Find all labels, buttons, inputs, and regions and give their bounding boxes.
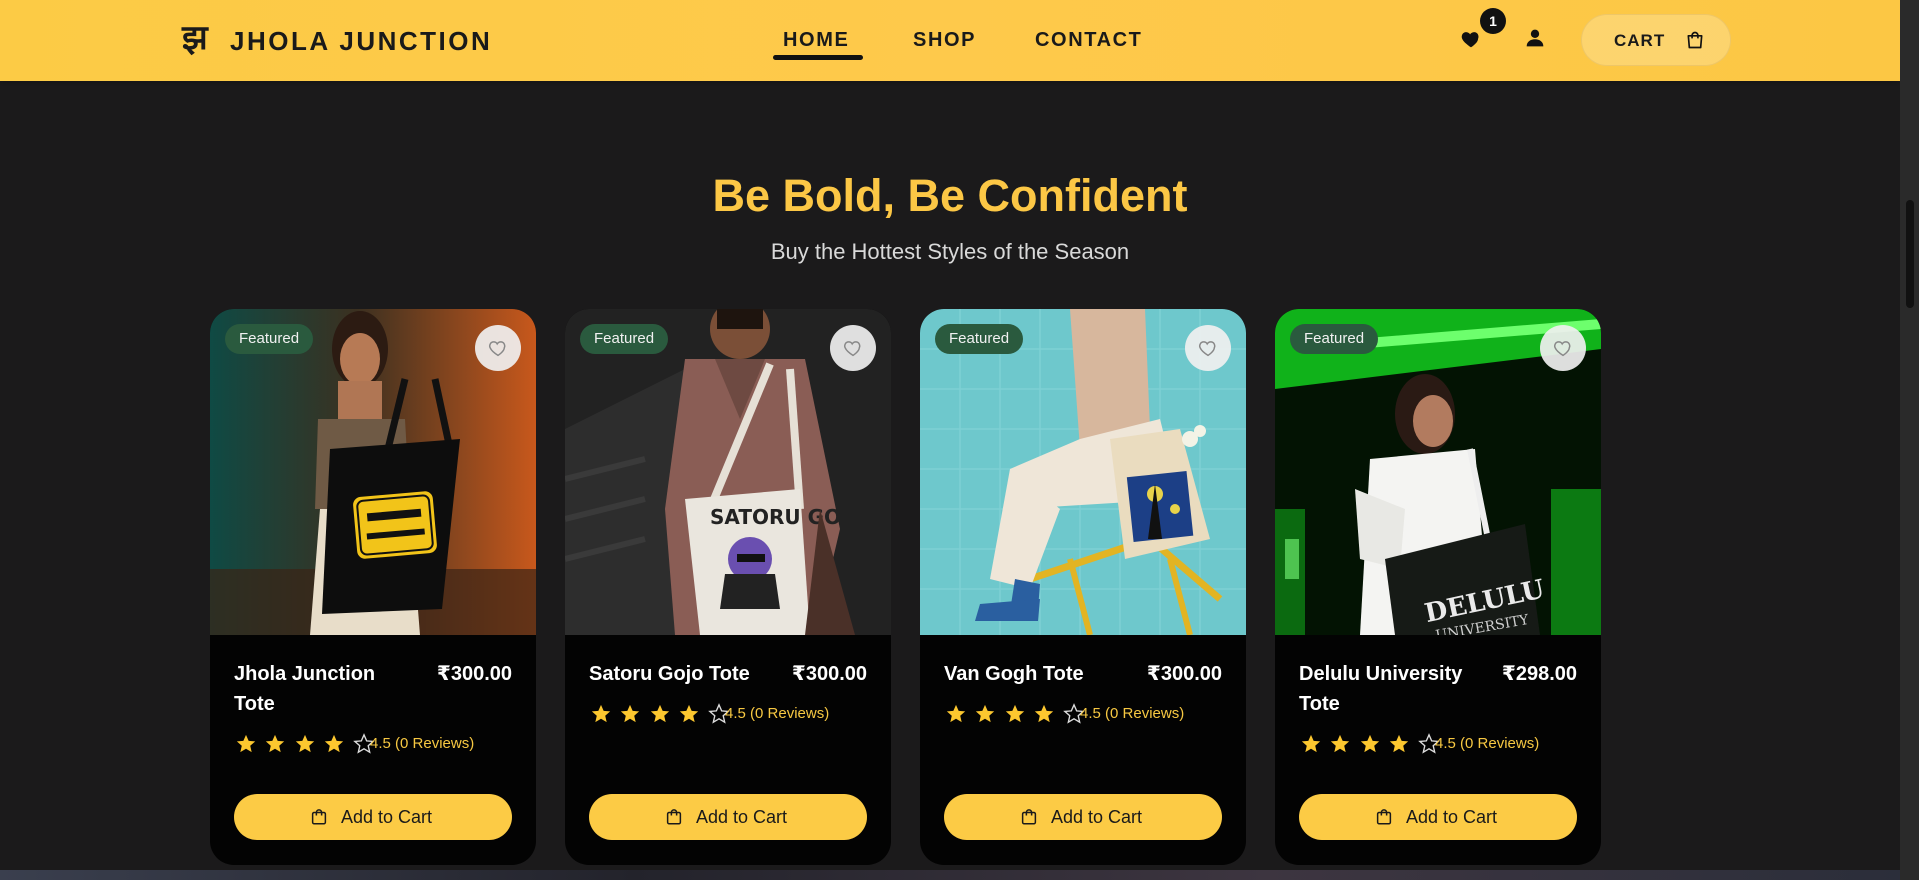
wishlist-button[interactable] xyxy=(1460,28,1486,54)
product-title[interactable]: Delulu University Tote xyxy=(1299,659,1479,719)
star-filled-icon xyxy=(236,734,256,753)
nav-home[interactable]: HOME xyxy=(783,28,849,52)
featured-badge: Featured xyxy=(580,324,669,354)
star-filled-icon xyxy=(266,734,285,753)
wishlist-toggle-button[interactable] xyxy=(830,325,876,371)
product-price: ₹300.00 xyxy=(1146,663,1222,685)
product-title[interactable]: Jhola Junction Tote xyxy=(234,659,414,719)
rating-text: 4.5 (0 Reviews) xyxy=(370,735,475,752)
nav-contact[interactable]: CONTACT xyxy=(1035,28,1142,52)
wishlist-count-badge: 1 xyxy=(1480,8,1506,34)
heart-outline-icon xyxy=(1199,341,1216,357)
star-filled-icon xyxy=(591,704,611,723)
star-filled-icon xyxy=(946,704,966,723)
product-card[interactable]: Featured Jhola Junction Tote ₹300.00 4.5… xyxy=(210,309,536,865)
product-card[interactable]: Featured Van Gogh Tote ₹300.00 4.5 (0 Re… xyxy=(920,309,1246,865)
star-filled-icon xyxy=(1035,704,1054,723)
logo-icon[interactable]: झ xyxy=(182,18,208,58)
nav-shop[interactable]: SHOP xyxy=(913,28,976,52)
scrollbar-thumb[interactable] xyxy=(1906,200,1914,308)
featured-badge: Featured xyxy=(935,324,1024,354)
star-filled-icon xyxy=(1301,734,1321,753)
user-icon xyxy=(1526,29,1544,47)
heart-outline-icon xyxy=(489,341,506,357)
star-filled-icon xyxy=(621,704,640,723)
wishlist-toggle-button[interactable] xyxy=(1185,325,1231,371)
add-to-cart-button[interactable]: Add to Cart xyxy=(589,794,867,840)
star-filled-icon xyxy=(650,704,670,723)
featured-badge: Featured xyxy=(225,324,314,354)
featured-badge: Featured xyxy=(1290,324,1379,354)
wishlist-toggle-button[interactable] xyxy=(475,325,521,371)
product-title[interactable]: Satoru Gojo Tote xyxy=(589,659,789,689)
add-to-cart-label: Add to Cart xyxy=(696,807,788,827)
star-filled-icon xyxy=(1005,704,1025,723)
product-card[interactable]: SATORU GO Featured Satoru Gojo Tote ₹300… xyxy=(565,309,891,865)
star-rating xyxy=(589,703,732,725)
star-filled-icon xyxy=(680,704,699,723)
rating-text: 4.5 (0 Reviews) xyxy=(725,705,830,722)
star-filled-icon xyxy=(325,734,344,753)
section-title: Be Bold, Be Confident xyxy=(712,170,1188,221)
next-section-preview xyxy=(0,870,1900,880)
cart-button[interactable]: CART xyxy=(1581,14,1731,66)
product-title[interactable]: Van Gogh Tote xyxy=(944,659,1124,689)
brand-name[interactable]: JHOLA JUNCTION xyxy=(230,26,492,56)
product-price: ₹300.00 xyxy=(791,663,867,685)
bag-icon xyxy=(1376,809,1392,825)
section-subtitle: Buy the Hottest Styles of the Season xyxy=(770,239,1130,264)
product-price: ₹300.00 xyxy=(436,663,512,685)
heart-outline-icon xyxy=(1554,341,1571,357)
star-filled-icon xyxy=(295,734,315,753)
product-price: ₹298.00 xyxy=(1501,663,1577,685)
heart-outline-icon xyxy=(844,341,861,357)
rating-text: 4.5 (0 Reviews) xyxy=(1080,705,1185,722)
star-rating xyxy=(944,703,1087,725)
product-card[interactable]: DELULU UNIVERSITY Featured Delulu Univer… xyxy=(1275,309,1601,865)
site-header: झ JHOLA JUNCTION HOME SHOP CONTACT 1 CAR… xyxy=(0,0,1900,81)
star-filled-icon xyxy=(1390,734,1409,753)
active-nav-indicator xyxy=(773,55,863,60)
cart-label: CART xyxy=(1614,31,1666,50)
bag-icon xyxy=(1021,809,1037,825)
wishlist-toggle-button[interactable] xyxy=(1540,325,1586,371)
add-to-cart-button[interactable]: Add to Cart xyxy=(944,794,1222,840)
add-to-cart-button[interactable]: Add to Cart xyxy=(234,794,512,840)
add-to-cart-button[interactable]: Add to Cart xyxy=(1299,794,1577,840)
bag-icon xyxy=(666,809,682,825)
add-to-cart-label: Add to Cart xyxy=(341,807,433,827)
star-rating xyxy=(234,733,377,755)
star-filled-icon xyxy=(976,704,995,723)
bag-icon xyxy=(311,809,327,825)
bag-icon xyxy=(1687,31,1703,49)
heart-icon xyxy=(1461,32,1479,48)
account-button[interactable] xyxy=(1525,28,1549,52)
star-filled-icon xyxy=(1331,734,1350,753)
add-to-cart-label: Add to Cart xyxy=(1406,807,1498,827)
star-rating xyxy=(1299,733,1442,755)
star-filled-icon xyxy=(1360,734,1380,753)
add-to-cart-label: Add to Cart xyxy=(1051,807,1143,827)
scrollbar-track[interactable] xyxy=(1900,0,1919,880)
rating-text: 4.5 (0 Reviews) xyxy=(1435,735,1540,752)
